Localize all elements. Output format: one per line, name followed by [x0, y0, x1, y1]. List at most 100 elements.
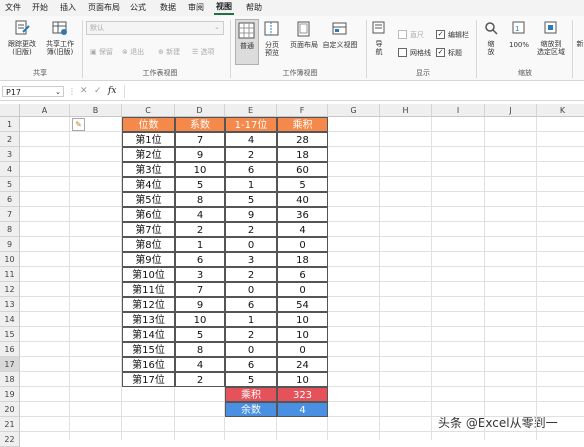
- table-cell[interactable]: 10: [277, 312, 328, 327]
- table-cell[interactable]: 5: [225, 192, 277, 207]
- table-cell[interactable]: 36: [277, 207, 328, 222]
- table-cell[interactable]: 24: [277, 357, 328, 372]
- table-cell[interactable]: 0: [277, 237, 328, 252]
- sheet-view-select[interactable]: 默认 ⌄: [86, 21, 224, 35]
- table-cell[interactable]: 40: [277, 192, 328, 207]
- select-all-corner[interactable]: [0, 104, 20, 117]
- zoom-selection-icon[interactable]: [544, 21, 558, 35]
- row-header[interactable]: 6: [0, 192, 20, 207]
- table-cell[interactable]: 2: [225, 147, 277, 162]
- table-cell[interactable]: 6: [277, 267, 328, 282]
- table-cell[interactable]: 54: [277, 297, 328, 312]
- normal-view-button[interactable]: 普通: [235, 19, 259, 65]
- table-cell[interactable]: 18: [277, 147, 328, 162]
- column-header[interactable]: A: [20, 104, 70, 117]
- row-header[interactable]: 8: [0, 222, 20, 237]
- table-cell[interactable]: 第13位: [122, 312, 175, 327]
- page-break-button[interactable]: 分页 预览: [260, 41, 284, 57]
- row-header[interactable]: 18: [0, 372, 20, 387]
- row-header[interactable]: 1: [0, 117, 20, 132]
- menu-item[interactable]: 文件: [3, 2, 23, 14]
- headings-checkbox[interactable]: ✓: [436, 48, 445, 57]
- table-cell[interactable]: 7: [175, 282, 225, 297]
- row-header[interactable]: 20: [0, 402, 20, 417]
- row-header[interactable]: 2: [0, 132, 20, 147]
- table-cell[interactable]: 1: [225, 177, 277, 192]
- table-header-cell[interactable]: 1-17位: [225, 117, 277, 132]
- keep-button[interactable]: ▣ 保留: [90, 47, 113, 57]
- table-cell[interactable]: 6: [225, 297, 277, 312]
- table-cell[interactable]: 6: [225, 357, 277, 372]
- new-button[interactable]: ⊕ 新建: [158, 47, 180, 57]
- share-workbook-icon[interactable]: [52, 20, 68, 36]
- table-cell[interactable]: 第1位: [122, 132, 175, 147]
- track-changes-icon[interactable]: [14, 20, 30, 36]
- menu-item[interactable]: 公式: [128, 2, 148, 14]
- table-cell[interactable]: 4: [277, 222, 328, 237]
- row-header[interactable]: 13: [0, 297, 20, 312]
- table-cell[interactable]: 第2位: [122, 147, 175, 162]
- table-cell[interactable]: 60: [277, 162, 328, 177]
- table-cell[interactable]: 第10位: [122, 267, 175, 282]
- fx-icon[interactable]: fx: [108, 86, 116, 96]
- table-cell[interactable]: 3: [175, 267, 225, 282]
- table-cell[interactable]: 5: [225, 372, 277, 387]
- column-header[interactable]: B: [70, 104, 122, 117]
- new-window-button[interactable]: 新: [576, 40, 584, 48]
- row-header[interactable]: 9: [0, 237, 20, 252]
- table-cell[interactable]: 0: [277, 342, 328, 357]
- table-cell[interactable]: 0: [225, 282, 277, 297]
- table-cell[interactable]: 0: [225, 342, 277, 357]
- table-cell[interactable]: 第9位: [122, 252, 175, 267]
- table-cell[interactable]: 4: [175, 357, 225, 372]
- table-cell[interactable]: 0: [277, 282, 328, 297]
- row-header[interactable]: 10: [0, 252, 20, 267]
- navigation-button[interactable]: 导 航: [370, 40, 388, 56]
- sum-value-cell[interactable]: 323: [277, 387, 328, 402]
- table-cell[interactable]: 8: [175, 342, 225, 357]
- table-cell[interactable]: 第16位: [122, 357, 175, 372]
- options-button[interactable]: ☰ 选项: [192, 47, 215, 57]
- name-box[interactable]: P17 ⌄: [2, 86, 64, 97]
- table-cell[interactable]: 8: [175, 192, 225, 207]
- table-cell[interactable]: 0: [225, 237, 277, 252]
- table-cell[interactable]: 第11位: [122, 282, 175, 297]
- menu-item[interactable]: 页面布局: [86, 2, 122, 14]
- menu-item[interactable]: 帮助: [244, 2, 264, 14]
- table-cell[interactable]: 第5位: [122, 192, 175, 207]
- column-header[interactable]: D: [175, 104, 225, 117]
- table-cell[interactable]: 3: [225, 252, 277, 267]
- paste-options-icon[interactable]: ✎: [72, 118, 85, 131]
- table-cell[interactable]: 10: [175, 312, 225, 327]
- table-header-cell[interactable]: 乘积: [277, 117, 328, 132]
- page-layout-button[interactable]: 页面布局: [287, 41, 321, 49]
- row-header[interactable]: 3: [0, 147, 20, 162]
- table-cell[interactable]: 6: [225, 162, 277, 177]
- table-cell[interactable]: 1: [225, 312, 277, 327]
- zoom-button[interactable]: 缩 放: [482, 40, 500, 56]
- table-cell[interactable]: 28: [277, 132, 328, 147]
- table-cell[interactable]: 5: [175, 177, 225, 192]
- table-cell[interactable]: 6: [175, 252, 225, 267]
- zoom100-icon[interactable]: 1: [512, 21, 526, 35]
- row-header[interactable]: 5: [0, 177, 20, 192]
- zoom100-button[interactable]: 100%: [506, 41, 532, 49]
- custom-views-icon[interactable]: [332, 21, 348, 37]
- row-header[interactable]: 16: [0, 342, 20, 357]
- exit-button[interactable]: ⊗ 退出: [122, 47, 144, 57]
- row-header[interactable]: 7: [0, 207, 20, 222]
- mod-value-cell[interactable]: 4: [277, 402, 328, 417]
- gridlines-checkbox[interactable]: [398, 48, 407, 57]
- formula-input[interactable]: [124, 85, 584, 98]
- formula-bar-checkbox[interactable]: ✓: [436, 30, 445, 39]
- column-header[interactable]: F: [277, 104, 328, 117]
- table-cell[interactable]: 2: [225, 327, 277, 342]
- table-cell[interactable]: 18: [277, 252, 328, 267]
- menu-item[interactable]: 审阅: [186, 2, 206, 14]
- table-cell[interactable]: 第4位: [122, 177, 175, 192]
- column-header[interactable]: E: [225, 104, 277, 117]
- table-cell[interactable]: 10: [277, 327, 328, 342]
- navigation-icon[interactable]: [372, 21, 386, 35]
- table-header-cell[interactable]: 系数: [175, 117, 225, 132]
- table-cell[interactable]: 第17位: [122, 372, 175, 387]
